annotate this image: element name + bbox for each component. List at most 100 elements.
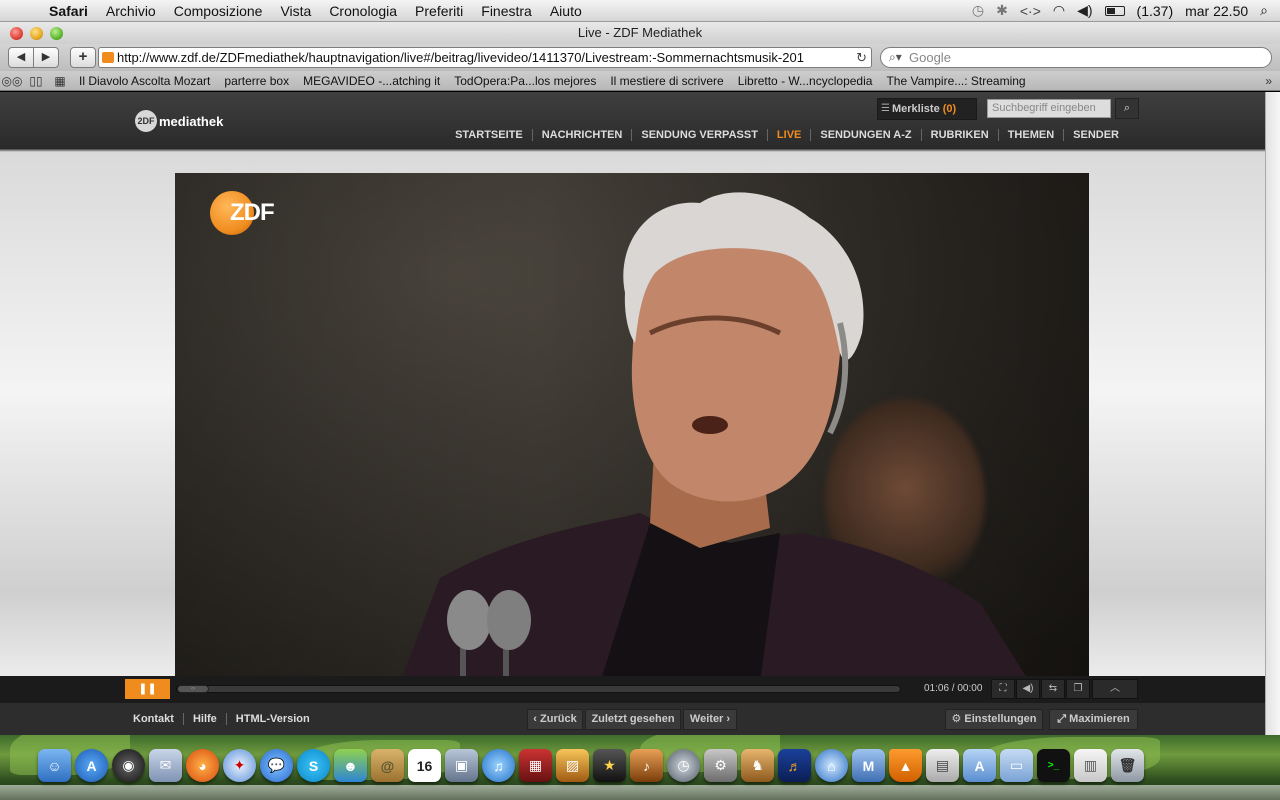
add-bookmark-button[interactable]: + — [70, 47, 96, 68]
documents-folder-icon[interactable]: ▭ — [1000, 749, 1033, 782]
maximieren-button[interactable]: ⤢ Maximieren — [1049, 709, 1138, 730]
menu-aiuto[interactable]: Aiuto — [541, 3, 591, 19]
audio-headphones-icon[interactable]: ♬ — [778, 749, 811, 782]
terminal-icon[interactable]: >_ — [1037, 749, 1070, 782]
calendar-icon[interactable]: 16 — [408, 749, 441, 782]
nav-sendungen-a-z[interactable]: SENDUNGEN A-Z — [810, 129, 920, 141]
close-window-icon[interactable] — [10, 27, 23, 40]
address-book-icon[interactable]: @ — [371, 749, 404, 782]
itunes-icon[interactable]: ♫ — [482, 749, 515, 782]
nav-nachrichten[interactable]: NACHRICHTEN — [531, 129, 632, 141]
menu-vista[interactable]: Vista — [271, 3, 320, 19]
bookmark-item[interactable]: Il mestiere di scrivere — [603, 74, 730, 88]
bookmarks-overflow-icon[interactable]: » — [1265, 74, 1280, 88]
trash-icon[interactable]: 🗑 — [1111, 749, 1144, 782]
zoom-window-icon[interactable] — [50, 27, 63, 40]
address-bar[interactable]: http://www.zdf.de/ZDFmediathek/hauptnavi… — [98, 47, 872, 68]
bookmark-item[interactable]: MEGAVIDEO -...atching it — [296, 74, 447, 88]
bluetooth-icon[interactable]: ✱ — [996, 2, 1008, 19]
menu-clock[interactable]: mar 22.50 — [1185, 3, 1248, 19]
zuletzt-gesehen-button[interactable]: Zuletzt gesehen — [585, 709, 681, 730]
einstellungen-button[interactable]: ⚙ Einstellungen — [945, 709, 1043, 730]
forward-button[interactable]: ▶ — [33, 47, 59, 68]
menu-composizione[interactable]: Composizione — [165, 3, 272, 19]
link-kontakt[interactable]: Kontakt — [124, 713, 183, 725]
window-title: Live - ZDF Mediathek — [577, 25, 703, 40]
vlc-cone-icon[interactable]: ▲ — [889, 749, 922, 782]
link-html-version[interactable]: HTML-Version — [225, 713, 319, 725]
zdf-bug-text: ZDF — [230, 199, 275, 226]
vertical-scrollbar[interactable] — [1265, 92, 1280, 735]
bookmark-item[interactable]: TodOpera:Pa...los mejores — [447, 74, 603, 88]
finder-icon[interactable]: ☺ — [38, 749, 71, 782]
applications-folder-icon[interactable]: A — [963, 749, 996, 782]
spotlight-icon[interactable]: ⌕ — [1260, 2, 1268, 19]
battery-icon[interactable] — [1104, 5, 1125, 16]
bookmarks-book-icon[interactable]: ▯▯ — [24, 74, 48, 88]
mute-button[interactable]: ◀) — [1016, 679, 1040, 699]
sync-arrows-icon[interactable]: <·> — [1020, 3, 1041, 19]
skype-icon[interactable]: S — [297, 749, 330, 782]
popout-button[interactable]: ❐ — [1066, 679, 1090, 699]
ichat-icon[interactable]: 💬 — [260, 749, 293, 782]
imovie-icon[interactable]: ★ — [593, 749, 626, 782]
menu-finestra[interactable]: Finestra — [472, 3, 541, 19]
bookmark-item[interactable]: Libretto - W...ncyclopedia — [731, 74, 880, 88]
pause-icon: ❚❚ — [138, 683, 157, 695]
bookmark-item[interactable]: The Vampire...: Streaming — [879, 74, 1032, 88]
search-field[interactable]: ⌕▾ Google — [880, 47, 1272, 68]
time-machine-app-icon[interactable]: ◷ — [667, 749, 700, 782]
garageband-icon[interactable]: ♪ — [630, 749, 663, 782]
back-button[interactable]: ◀ — [8, 47, 34, 68]
zdf-mediathek-logo[interactable]: 2DF mediathek — [135, 110, 223, 132]
home-sync-icon[interactable]: ⌂ — [815, 749, 848, 782]
link-hilfe[interactable]: Hilfe — [182, 713, 226, 725]
minimize-window-icon[interactable] — [30, 27, 43, 40]
pause-button[interactable]: ❚❚ — [125, 679, 170, 699]
fullscreen-button[interactable]: ⛶ — [991, 679, 1015, 699]
nav-startseite[interactable]: STARTSEITE — [446, 129, 532, 141]
downloads-stack-icon[interactable]: ▥ — [1074, 749, 1107, 782]
document-zip-icon[interactable]: ▤ — [926, 749, 959, 782]
expand-button[interactable]: ︿ — [1092, 679, 1138, 699]
menu-safari[interactable]: Safari — [40, 3, 97, 19]
preview-icon[interactable]: ▣ — [445, 749, 478, 782]
dvd-player-icon[interactable]: ▦ — [519, 749, 552, 782]
reading-glasses-icon[interactable]: ◎◎ — [0, 74, 24, 88]
video-player[interactable]: ZDF — [175, 173, 1089, 677]
iphoto-icon[interactable]: ▨ — [556, 749, 589, 782]
bookmark-item[interactable]: Il Diavolo Ascolta Mozart — [72, 74, 217, 88]
quality-button[interactable]: ⇆ — [1041, 679, 1065, 699]
player-footer: Kontakt Hilfe HTML-Version ‹ Zurück Zule… — [0, 703, 1280, 735]
nav-rubriken[interactable]: RUBRIKEN — [920, 129, 998, 141]
menu-cronologia[interactable]: Cronologia — [320, 3, 406, 19]
merkliste-button[interactable]: ☰ Merkliste (0) — [877, 98, 977, 120]
top-sites-grid-icon[interactable]: ▦ — [48, 74, 72, 88]
zurueck-button[interactable]: ‹ Zurück — [527, 709, 583, 730]
nav-live[interactable]: LIVE — [766, 129, 810, 141]
adium-duck-icon[interactable]: ♞ — [741, 749, 774, 782]
nav-sendung-verpasst[interactable]: SENDUNG VERPASST — [631, 129, 767, 141]
mail-m-icon[interactable]: M — [852, 749, 885, 782]
time-machine-icon[interactable]: ◷ — [972, 2, 984, 19]
bookmark-item[interactable]: parterre box — [217, 74, 296, 88]
volume-icon[interactable]: ◀) — [1077, 2, 1092, 19]
app-store-icon[interactable]: A — [75, 749, 108, 782]
seek-bar[interactable]: ‹› — [176, 685, 901, 693]
mail-stamp-icon[interactable]: ✉ — [149, 749, 182, 782]
seek-handle[interactable]: ‹› — [177, 685, 209, 693]
menu-archivio[interactable]: Archivio — [97, 3, 165, 19]
reload-icon[interactable]: ↻ — [856, 48, 867, 67]
weiter-button[interactable]: Weiter › — [683, 709, 737, 730]
menu-preferiti[interactable]: Preferiti — [406, 3, 472, 19]
nav-themen[interactable]: THEMEN — [997, 129, 1063, 141]
zdf-search-button[interactable]: ⌕ — [1115, 98, 1139, 119]
dashboard-icon[interactable]: ◉ — [112, 749, 145, 782]
zdf-search-input[interactable]: Suchbegriff eingeben — [987, 99, 1111, 118]
system-preferences-icon[interactable]: ⚙ — [704, 749, 737, 782]
safari-icon[interactable]: ✦ — [223, 749, 256, 782]
wifi-icon[interactable]: ◠ — [1053, 2, 1065, 19]
nav-sender[interactable]: SENDER — [1063, 129, 1128, 141]
firefox-icon[interactable]: ◕ — [186, 749, 219, 782]
people-icon[interactable]: ☻ — [334, 749, 367, 782]
